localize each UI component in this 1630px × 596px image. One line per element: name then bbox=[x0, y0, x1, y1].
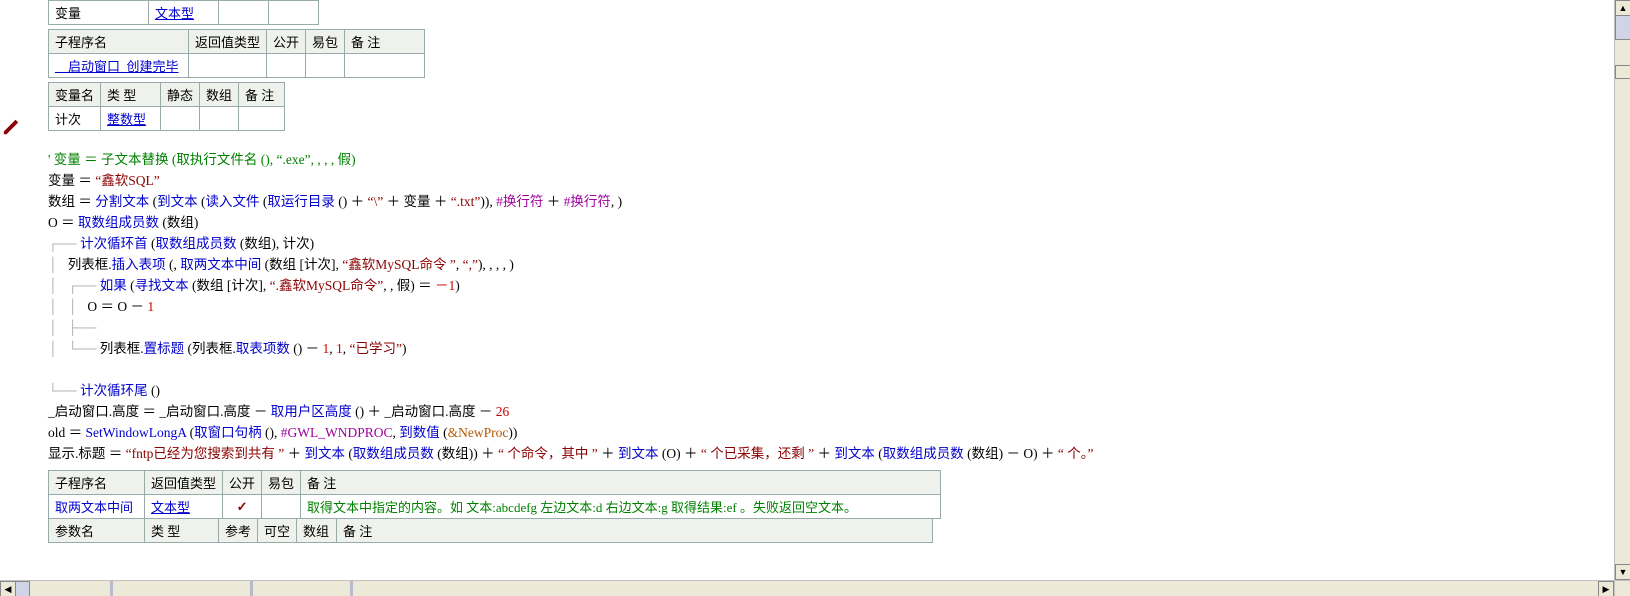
sub-cell-name[interactable]: __启动窗口_创建完毕 bbox=[49, 54, 189, 78]
locals-table: 变量名 类 型 静态 数组 备 注 计次 整数型 bbox=[48, 82, 285, 131]
var-cell-type[interactable]: 文本型 bbox=[149, 1, 219, 25]
sub-cell-remark[interactable] bbox=[345, 54, 425, 78]
prm-hdr-array: 数组 bbox=[297, 519, 337, 543]
loc-hdr-array: 数组 bbox=[200, 83, 239, 107]
vscroll-thumb[interactable] bbox=[1615, 15, 1630, 40]
scroll-right-arrow-icon[interactable]: ▶ bbox=[1598, 581, 1614, 596]
sub-cell-return[interactable] bbox=[189, 54, 267, 78]
sub2-hdr-return: 返回值类型 bbox=[145, 471, 223, 495]
sub2-hdr-remark: 备 注 bbox=[301, 471, 941, 495]
sub2-cell-yibao[interactable] bbox=[262, 495, 301, 519]
check-icon: ✓ bbox=[237, 499, 248, 514]
sub2-hdr-name: 子程序名 bbox=[49, 471, 145, 495]
sub-hdr-return: 返回值类型 bbox=[189, 30, 267, 54]
hscroll-tick bbox=[350, 581, 353, 596]
vscroll-midbox[interactable] bbox=[1615, 65, 1630, 79]
sub-cell-yibao[interactable] bbox=[306, 54, 345, 78]
prm-hdr-remark: 备 注 bbox=[337, 519, 933, 543]
sub-hdr-public: 公开 bbox=[267, 30, 306, 54]
loc-cell-name[interactable]: 计次 bbox=[49, 107, 101, 131]
subroutine2-table: 子程序名 返回值类型 公开 易包 备 注 取两文本中间 文本型 ✓ 取得文本中指… bbox=[48, 470, 941, 519]
sub2-hdr-yibao: 易包 bbox=[262, 471, 301, 495]
loc-hdr-name: 变量名 bbox=[49, 83, 101, 107]
loc-cell-type[interactable]: 整数型 bbox=[101, 107, 161, 131]
sub2-cell-public[interactable]: ✓ bbox=[223, 495, 262, 519]
loc-cell-array[interactable] bbox=[200, 107, 239, 131]
variable-table: 变量 文本型 bbox=[48, 0, 319, 25]
code-block[interactable]: ' 变量 ＝ 子文本替换 (取执行文件名 (), “.exe”, , , , 假… bbox=[48, 149, 1588, 464]
sub-cell-public[interactable] bbox=[267, 54, 306, 78]
sub-hdr-yibao: 易包 bbox=[306, 30, 345, 54]
loc-hdr-remark: 备 注 bbox=[239, 83, 285, 107]
var-cell-c3[interactable] bbox=[269, 1, 319, 25]
horizontal-scrollbar[interactable]: ◀ ▶ bbox=[0, 580, 1614, 596]
subroutine-table: 子程序名 返回值类型 公开 易包 备 注 __启动窗口_创建完毕 bbox=[48, 29, 425, 78]
prm-hdr-empty: 可空 bbox=[258, 519, 297, 543]
hscroll-tick bbox=[110, 581, 113, 596]
prm-hdr-ref: 参考 bbox=[219, 519, 258, 543]
sub2-cell-name[interactable]: 取两文本中间 bbox=[49, 495, 145, 519]
scroll-down-arrow-icon[interactable]: ▼ bbox=[1615, 564, 1630, 580]
sub2-cell-remark[interactable]: 取得文本中指定的内容。如 文本:abcdefg 左边文本:d 右边文本:g 取得… bbox=[301, 495, 941, 519]
sub2-hdr-public: 公开 bbox=[223, 471, 262, 495]
loc-cell-static[interactable] bbox=[161, 107, 200, 131]
var-cell-name[interactable]: 变量 bbox=[49, 1, 149, 25]
params-table: 参数名 类 型 参考 可空 数组 备 注 bbox=[48, 518, 933, 543]
left-gutter bbox=[0, 0, 30, 580]
hscroll-tick bbox=[250, 581, 253, 596]
loc-hdr-type: 类 型 bbox=[101, 83, 161, 107]
sub-hdr-name: 子程序名 bbox=[49, 30, 189, 54]
scroll-left-arrow-icon[interactable]: ◀ bbox=[0, 581, 16, 596]
pencil-icon bbox=[2, 118, 22, 138]
scroll-up-arrow-icon[interactable]: ▲ bbox=[1615, 0, 1630, 16]
sub-hdr-remark: 备 注 bbox=[345, 30, 425, 54]
vertical-scrollbar[interactable]: ▲ ▼ bbox=[1614, 0, 1630, 580]
loc-hdr-static: 静态 bbox=[161, 83, 200, 107]
var-cell-c2[interactable] bbox=[219, 1, 269, 25]
scroll-corner bbox=[1614, 580, 1630, 596]
prm-hdr-name: 参数名 bbox=[49, 519, 145, 543]
sub2-cell-return[interactable]: 文本型 bbox=[145, 495, 223, 519]
loc-cell-remark[interactable] bbox=[239, 107, 285, 131]
hscroll-thumb[interactable] bbox=[15, 581, 30, 596]
prm-hdr-type: 类 型 bbox=[145, 519, 219, 543]
